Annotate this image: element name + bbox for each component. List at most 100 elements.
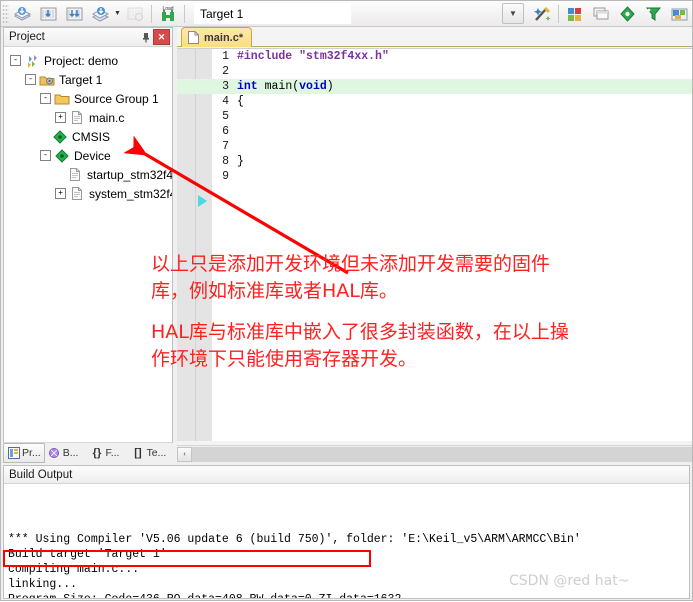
tree-item-source-group-1[interactable]: - Source Group 1 <box>4 89 172 108</box>
rebuild-all-icon[interactable] <box>62 2 86 25</box>
tree-item-startup-stm32f4[interactable]: startup_stm32f4 <box>4 165 172 184</box>
tree-item-label: Source Group 1 <box>74 91 159 106</box>
tree-item-label: main.c <box>89 110 125 125</box>
stop-build-icon <box>123 2 147 25</box>
target-select-text: Target 1 <box>200 6 244 21</box>
translate-icon[interactable] <box>10 2 34 25</box>
batch-build-dropdown-icon[interactable]: ▼ <box>113 4 122 24</box>
editor-scroll-left-button[interactable]: ‹ <box>177 447 192 462</box>
annotation-line-2: 库，例如标准库或者HAL库。 <box>151 280 398 302</box>
project-icon <box>24 53 40 68</box>
build-icon[interactable] <box>36 2 60 25</box>
component-icon <box>52 129 68 144</box>
tree-item-device[interactable]: - Device <box>4 146 172 165</box>
main-toolbar: ▼ Load Target 1 ▼ <box>1 1 692 27</box>
annotation-line-3: HAL库与标准库中嵌入了很多封装函数，在以上操 <box>151 321 569 343</box>
line-number: 4 <box>222 95 229 108</box>
tree-item-label: Device <box>74 148 111 163</box>
code-line[interactable]: 5 <box>177 109 692 124</box>
code-line-text: } <box>237 155 244 168</box>
code-line[interactable]: 2 <box>177 64 692 79</box>
line-number: 2 <box>222 65 229 78</box>
file-icon <box>69 110 85 125</box>
code-line[interactable]: 7 <box>177 139 692 154</box>
toolbar-separator-2 <box>184 4 185 23</box>
tree-item-main-c[interactable]: + main.c <box>4 108 172 127</box>
watermark: CSDN @red hat~ <box>509 573 630 589</box>
configuration-wizard-icon[interactable] <box>641 2 665 25</box>
code-line[interactable]: 8} <box>177 154 692 169</box>
editor-horizontal-scrollbar[interactable]: ‹ <box>177 445 692 463</box>
target-select-value[interactable]: Target 1 <box>194 3 351 24</box>
tree-item-system-stm32f4[interactable]: + system_stm32f4 <box>4 184 172 203</box>
collapse-icon[interactable]: - <box>40 150 51 161</box>
magic-wand-icon[interactable] <box>530 2 554 25</box>
code-line-text: int main(void) <box>237 80 334 93</box>
code-line-text: #include "stm32f4xx.h" <box>237 50 389 63</box>
component-icon <box>54 148 70 163</box>
line-number: 5 <box>222 110 229 123</box>
tree-item-target-1[interactable]: - Target 1 <box>4 70 172 89</box>
build-output-line: Build target 'Target 1' <box>8 548 167 561</box>
load-icon[interactable]: Load <box>156 2 180 25</box>
code-line[interactable]: 3 int main(void) <box>177 79 692 94</box>
tab-project-label: Pr... <box>22 447 41 459</box>
project-panel-header: Project ✕ <box>4 28 172 47</box>
collapse-icon[interactable]: - <box>10 55 21 66</box>
tab-books[interactable]: B... <box>45 444 82 462</box>
tree-item-label: Target 1 <box>59 72 103 87</box>
tab-templates-label: Te... <box>146 447 167 459</box>
manage-components-icon[interactable] <box>563 2 587 25</box>
tree-item-label: CMSIS <box>72 129 111 144</box>
tab-project[interactable]: Pr... <box>3 443 45 463</box>
file-icon <box>67 167 83 182</box>
code-line[interactable]: 4{ <box>177 94 692 109</box>
tree-item-project-demo[interactable]: - Project: demo <box>4 51 172 70</box>
code-line[interactable]: 9 <box>177 169 692 184</box>
editor-scroll-left-glyph: ‹ <box>183 451 186 458</box>
editor-area: main.c* 1 #include "stm32f4xx.h" 2 3 int mai… <box>177 27 692 463</box>
windows-icon[interactable] <box>589 2 613 25</box>
keil-uvision-window: ▼ Load Target 1 ▼ Project ✕ - Project: d… <box>0 0 693 601</box>
tree-item-cmsis[interactable]: CMSIS <box>4 127 172 146</box>
toolbar-grip[interactable] <box>2 3 9 24</box>
editor-tabbar: main.c* <box>177 27 692 47</box>
collapse-icon[interactable]: - <box>40 93 51 104</box>
code-line[interactable]: 1 #include "stm32f4xx.h" <box>177 49 692 64</box>
tab-functions[interactable]: {} F... <box>87 444 122 462</box>
tree-item-label: startup_stm32f4 <box>87 167 172 182</box>
expand-icon[interactable]: + <box>55 112 66 123</box>
batch-build-icon[interactable] <box>88 2 112 25</box>
project-tree[interactable]: - Project: demo - Target 1- Source Group 1 + m… <box>4 47 172 442</box>
file-icon <box>188 31 200 44</box>
build-output-title: Build Output <box>9 468 73 481</box>
project-panel-tabs[interactable]: Pr... B... {} F... [] Te... <box>3 443 173 463</box>
annotation-paragraph-2: HAL库与标准库中嵌入了很多封装函数，在以上操 作环境下只能使用寄存器开发。 <box>151 319 569 373</box>
templates-icon: [] <box>134 447 142 459</box>
build-output-line: Program Size: Code=436 RO-data=408 RW-da… <box>8 592 689 598</box>
toolbar-separator-3 <box>558 4 559 23</box>
collapse-icon[interactable]: - <box>25 74 36 85</box>
manage-runtime-icon[interactable] <box>667 2 691 25</box>
editor-tab-label: main.c* <box>204 31 244 44</box>
code-line-text: { <box>237 95 244 108</box>
pin-icon[interactable] <box>139 30 153 44</box>
line-number: 8 <box>222 155 229 168</box>
tab-templates[interactable]: [] Te... <box>128 444 169 462</box>
code-editor[interactable]: 1 #include "stm32f4xx.h" 2 3 int main(void) 4… <box>177 48 692 441</box>
close-glyph: ✕ <box>157 31 166 42</box>
expand-icon[interactable]: + <box>55 188 66 199</box>
pack-installer-icon[interactable] <box>615 2 639 25</box>
editor-tab-main-c[interactable]: main.c* <box>181 27 253 47</box>
line-number: 1 <box>222 50 229 63</box>
target-dropdown-button[interactable]: ▼ <box>502 3 524 24</box>
folder-icon <box>54 91 70 106</box>
code-line[interactable]: 6 <box>177 124 692 139</box>
chevron-down-icon: ▼ <box>509 9 517 18</box>
code-lines: 1 #include "stm32f4xx.h" 2 3 int main(void) 4… <box>177 49 692 441</box>
close-icon[interactable]: ✕ <box>153 29 170 45</box>
editor-scroll-track[interactable] <box>192 447 692 462</box>
